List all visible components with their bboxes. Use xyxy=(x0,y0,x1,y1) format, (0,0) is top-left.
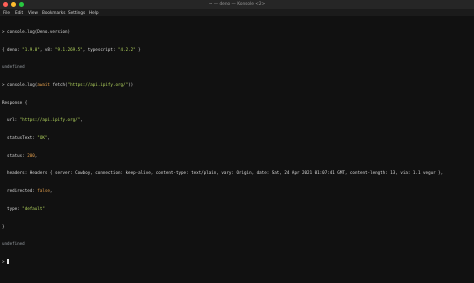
command-text: )) xyxy=(128,81,134,87)
output-text: , v8: xyxy=(39,46,55,52)
command-text: console.log(Deno.version) xyxy=(7,28,71,34)
terminal-line: redirected: false, xyxy=(2,188,472,194)
string-value: "4.2.2" xyxy=(118,46,136,52)
terminal-line: > console.log(await fetch("https://api.i… xyxy=(2,82,472,88)
terminal-input-line[interactable]: > xyxy=(2,259,472,265)
menu-settings[interactable]: Settings xyxy=(68,9,85,16)
text-cursor xyxy=(7,259,10,264)
terminal-line: undefined xyxy=(2,241,25,247)
terminal-line: statusText: "OK", xyxy=(2,135,472,141)
terminal-line: type: "default" xyxy=(2,206,472,212)
output-text: , xyxy=(34,152,38,158)
command-text: fetch( xyxy=(49,81,68,87)
output-text: redirected: xyxy=(2,188,38,194)
command-text: console.log( xyxy=(7,81,38,87)
menu-help[interactable]: Help xyxy=(89,9,99,16)
output-text: , xyxy=(47,135,50,141)
string-value: "default" xyxy=(22,205,45,211)
title-bar: ~ — deno — Konsole <2> xyxy=(0,0,474,9)
terminal-line: undefined xyxy=(2,64,25,70)
output-text: , typescript: xyxy=(82,46,118,52)
menu-edit[interactable]: Edit xyxy=(15,9,23,16)
terminal-line: url: "https://api.ipify.org/", xyxy=(2,117,472,123)
menu-file[interactable]: File xyxy=(3,9,10,16)
output-text: , xyxy=(80,117,83,123)
terminal-line: } xyxy=(2,223,5,229)
output-text: } xyxy=(135,46,141,52)
terminal-line: headers: Headers { server: Cowboy, conne… xyxy=(2,170,444,176)
menu-bookmarks[interactable]: Bookmarks xyxy=(42,9,65,16)
output-text: type: xyxy=(2,205,23,211)
menu-view[interactable]: View xyxy=(28,9,38,16)
string-value: "9.1.269.5" xyxy=(54,46,83,52)
terminal-line: Response { xyxy=(2,99,28,105)
terminal-output[interactable]: > console.log(Deno.version) { deno: "1.9… xyxy=(2,17,472,277)
output-text: , xyxy=(49,188,53,194)
terminal-window: ~ — deno — Konsole <2> File Edit View Bo… xyxy=(0,0,474,283)
output-text: statusText: xyxy=(2,135,38,141)
string-value: "1.9.0" xyxy=(22,46,40,52)
output-text: { deno: xyxy=(2,46,23,52)
output-text: status: xyxy=(2,152,28,158)
number-value: 200 xyxy=(27,152,35,158)
terminal-line: status: 200, xyxy=(2,153,472,159)
keyword: await xyxy=(37,81,50,87)
terminal-line: { deno: "1.9.0", v8: "9.1.269.5", typesc… xyxy=(2,47,472,53)
menu-bar: File Edit View Bookmarks Settings Help xyxy=(0,9,474,16)
string-value: "OK" xyxy=(37,135,48,141)
terminal-line: > console.log(Deno.version) xyxy=(2,29,472,35)
window-title: ~ — deno — Konsole <2> xyxy=(208,2,266,7)
output-text: url: xyxy=(2,117,20,123)
string-value: "https://api.ipify.org/" xyxy=(19,117,81,123)
string-value: "https://api.ipify.org/" xyxy=(67,81,129,87)
boolean-value: false xyxy=(37,188,50,194)
